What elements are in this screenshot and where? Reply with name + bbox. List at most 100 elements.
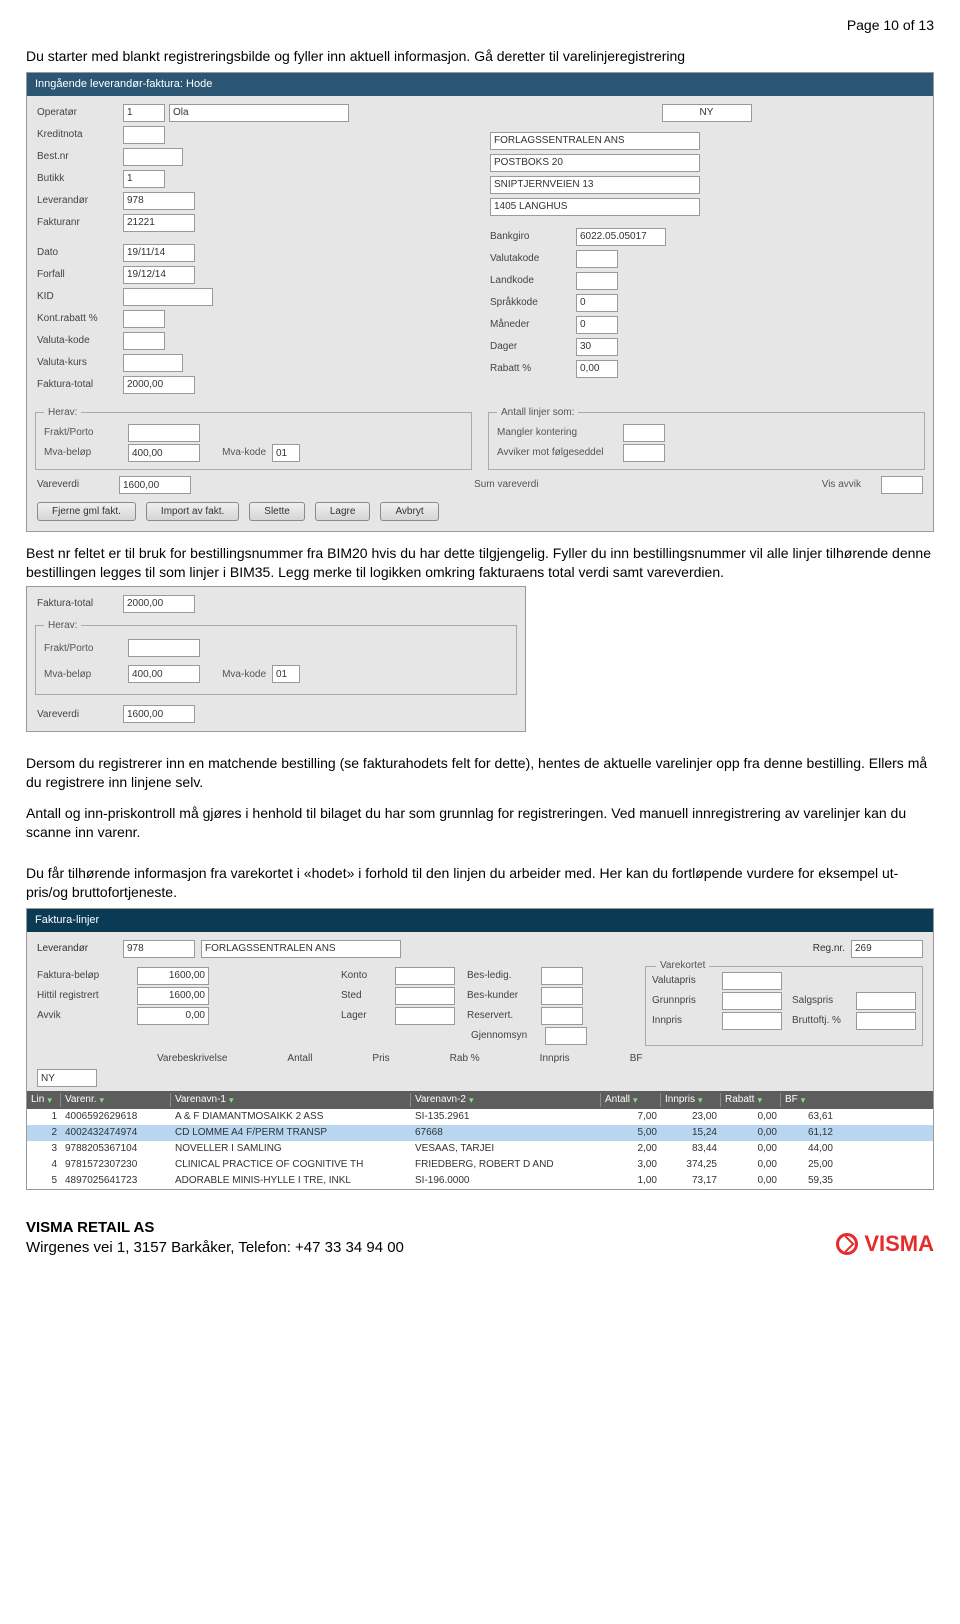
fld-fakturatotal[interactable] bbox=[123, 376, 195, 394]
fld-vareverdi[interactable] bbox=[119, 476, 191, 494]
l-fld-ny[interactable] bbox=[37, 1069, 97, 1087]
s-fld-fakturatotal[interactable] bbox=[123, 595, 195, 613]
l-fld-konto[interactable] bbox=[395, 967, 455, 985]
lbl-kid: KID bbox=[37, 290, 119, 304]
l-fld-gjennomsyn[interactable] bbox=[545, 1027, 587, 1045]
l-fld-leverandor[interactable] bbox=[123, 940, 195, 958]
l-fld-bruttoftj[interactable] bbox=[856, 1012, 916, 1030]
fld-addr3[interactable] bbox=[490, 198, 700, 216]
gh-antall[interactable]: Antall▾ bbox=[601, 1093, 661, 1107]
l-fld-beskunder[interactable] bbox=[541, 987, 583, 1005]
table-row[interactable]: 39788205367104NOVELLER I SAMLINGVESAAS, … bbox=[27, 1141, 933, 1157]
l-fld-reservert[interactable] bbox=[541, 1007, 583, 1025]
gh-varenr[interactable]: Varenr.▾ bbox=[61, 1093, 171, 1107]
fld-rabattpct[interactable] bbox=[576, 360, 618, 378]
mid-paragraph-3: Antall og inn-priskontroll må gjøres i h… bbox=[26, 804, 934, 842]
btn-import[interactable]: Import av fakt. bbox=[146, 502, 239, 521]
grid-body: 14006592629618A & F DIAMANTMOSAIKK 2 ASS… bbox=[27, 1109, 933, 1189]
fld-addr1[interactable] bbox=[490, 154, 700, 172]
l-fld-fakturabelop[interactable] bbox=[137, 967, 209, 985]
sort-icon: ▾ bbox=[229, 1094, 234, 1106]
lbl-dato: Dato bbox=[37, 246, 119, 260]
fld-kid[interactable] bbox=[123, 288, 213, 306]
fld-butikk[interactable] bbox=[123, 170, 165, 188]
fld-valutakurs[interactable] bbox=[123, 354, 183, 372]
fld-leverandor[interactable] bbox=[123, 192, 195, 210]
s-fld-mvakode[interactable] bbox=[272, 665, 300, 683]
fld-visavvik[interactable] bbox=[881, 476, 923, 494]
fld-mangler[interactable] bbox=[623, 424, 665, 442]
l-fld-lager[interactable] bbox=[395, 1007, 455, 1025]
s-fld-mvabelop[interactable] bbox=[128, 665, 200, 683]
s-lbl-vareverdi: Vareverdi bbox=[37, 708, 119, 722]
gh-varenavn1[interactable]: Varenavn-1▾ bbox=[171, 1093, 411, 1107]
btn-fjerne[interactable]: Fjerne gml fakt. bbox=[37, 502, 136, 521]
hdr-pris: Pris bbox=[372, 1052, 389, 1066]
lbl-maneder: Måneder bbox=[490, 318, 572, 332]
fld-addr2[interactable] bbox=[490, 176, 700, 194]
s-fld-fraktporto[interactable] bbox=[128, 639, 200, 657]
l-fld-salgspris[interactable] bbox=[856, 992, 916, 1010]
intro-paragraph: Du starter med blankt registreringsbilde… bbox=[26, 47, 934, 66]
btn-lagre[interactable]: Lagre bbox=[315, 502, 371, 521]
gh-innpris[interactable]: Innpris▾ bbox=[661, 1093, 721, 1107]
s-fld-vareverdi[interactable] bbox=[123, 705, 195, 723]
fld-forfall[interactable] bbox=[123, 266, 195, 284]
btn-avbryt[interactable]: Avbryt bbox=[380, 502, 438, 521]
l-fld-innpris[interactable] bbox=[722, 1012, 782, 1030]
l-lbl-fakturabelop: Faktura-beløp bbox=[37, 969, 133, 983]
gh-varenavn2[interactable]: Varenavn-2▾ bbox=[411, 1093, 601, 1107]
l-fld-regnr[interactable] bbox=[851, 940, 923, 958]
btn-slette[interactable]: Slette bbox=[249, 502, 305, 521]
fld-valutakode[interactable] bbox=[123, 332, 165, 350]
l-lbl-hittil: Hittil registrert bbox=[37, 989, 133, 1003]
hdr-antall: Antall bbox=[287, 1052, 312, 1066]
hdr-varebeskrivelse: Varebeskrivelse bbox=[157, 1052, 227, 1066]
l-fld-hittil[interactable] bbox=[137, 987, 209, 1005]
fld-avviker[interactable] bbox=[623, 444, 665, 462]
fld-operator[interactable] bbox=[123, 104, 165, 122]
l-fld-besledig[interactable] bbox=[541, 967, 583, 985]
gh-rabatt[interactable]: Rabatt▾ bbox=[721, 1093, 781, 1107]
fld-valutakode2[interactable] bbox=[576, 250, 618, 268]
lbl-kreditnota: Kreditnota bbox=[37, 128, 119, 142]
lbl-fakturanr: Fakturanr bbox=[37, 216, 119, 230]
fld-dager[interactable] bbox=[576, 338, 618, 356]
fld-mvakode[interactable] bbox=[272, 444, 300, 462]
small-panel: Faktura-total Herav: Frakt/Porto Mva-bel… bbox=[26, 586, 526, 733]
hdr-rabpct: Rab % bbox=[450, 1052, 480, 1066]
l-lbl-sted: Sted bbox=[341, 989, 391, 1003]
visma-logo: VISMA bbox=[836, 1229, 934, 1259]
fld-mvabelop[interactable] bbox=[128, 444, 200, 462]
l-fld-sted[interactable] bbox=[395, 987, 455, 1005]
fld-company[interactable] bbox=[490, 132, 700, 150]
l-lbl-salgspris: Salgspris bbox=[792, 994, 852, 1008]
fld-bankgiro[interactable] bbox=[576, 228, 666, 246]
fld-fakturanr[interactable] bbox=[123, 214, 195, 232]
table-row[interactable]: 54897025641723ADORABLE MINIS-HYLLE I TRE… bbox=[27, 1173, 933, 1189]
fld-fraktporto[interactable] bbox=[128, 424, 200, 442]
fld-sprakkode[interactable] bbox=[576, 294, 618, 312]
lbl-landkode: Landkode bbox=[490, 274, 572, 288]
legend-varekortet: Varekortet bbox=[656, 959, 709, 973]
table-row[interactable]: 24002432474974CD LOMME A4 F/PERM TRANSP6… bbox=[27, 1125, 933, 1141]
l-fld-avvik[interactable] bbox=[137, 1007, 209, 1025]
table-row[interactable]: 14006592629618A & F DIAMANTMOSAIKK 2 ASS… bbox=[27, 1109, 933, 1125]
fld-ny[interactable] bbox=[662, 104, 752, 122]
l-fld-grunnpris[interactable] bbox=[722, 992, 782, 1010]
sort-icon: ▾ bbox=[469, 1094, 474, 1106]
gh-bf[interactable]: BF▾ bbox=[781, 1093, 837, 1107]
l-fld-levnavn[interactable] bbox=[201, 940, 401, 958]
fld-kreditnota[interactable] bbox=[123, 126, 165, 144]
linjer-panel: Faktura-linjer Leverandør Reg.nr. Faktur… bbox=[26, 908, 934, 1190]
fld-operator-name[interactable] bbox=[169, 104, 349, 122]
fld-landkode[interactable] bbox=[576, 272, 618, 290]
fld-maneder[interactable] bbox=[576, 316, 618, 334]
lbl-mvakode: Mva-kode bbox=[206, 446, 266, 460]
fld-bestnr[interactable] bbox=[123, 148, 183, 166]
fld-dato[interactable] bbox=[123, 244, 195, 262]
table-row[interactable]: 49781572307230CLINICAL PRACTICE OF COGNI… bbox=[27, 1157, 933, 1173]
fld-kontrabatt[interactable] bbox=[123, 310, 165, 328]
gh-lin[interactable]: Lin▾ bbox=[27, 1093, 61, 1107]
l-fld-valutapris[interactable] bbox=[722, 972, 782, 990]
